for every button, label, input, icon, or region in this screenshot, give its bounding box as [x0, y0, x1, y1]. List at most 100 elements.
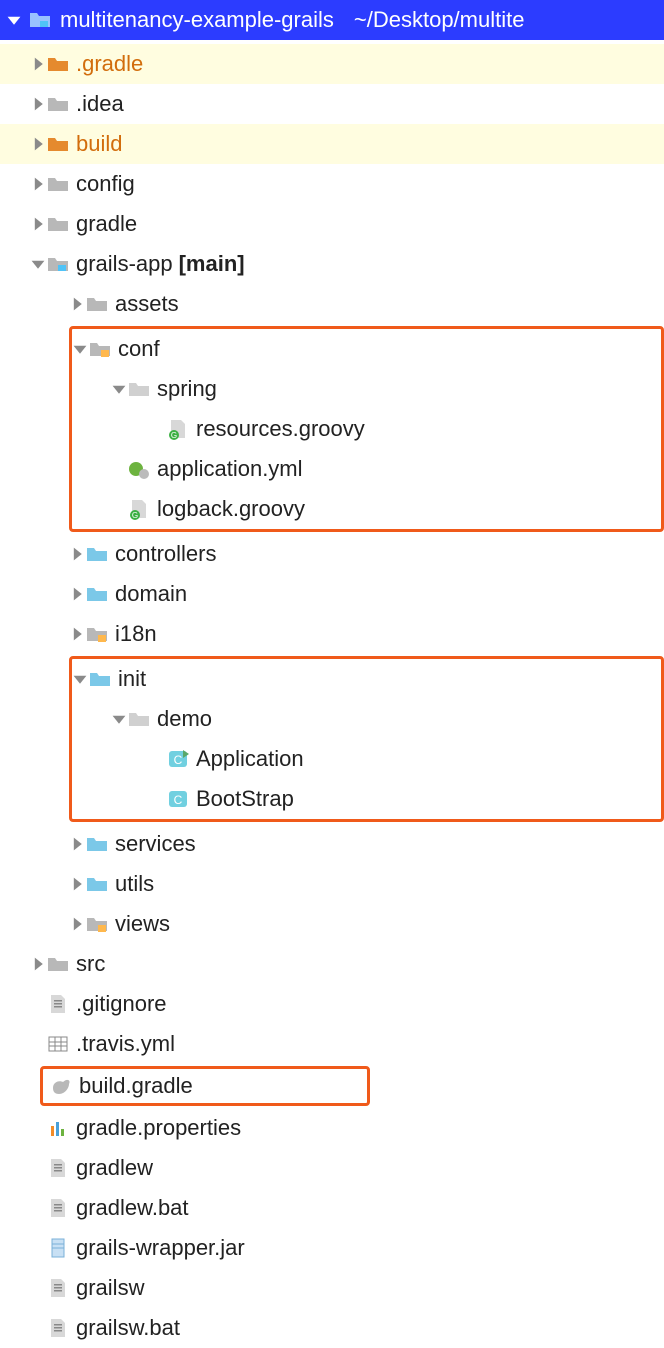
source-folder-icon: [85, 542, 109, 566]
tree-item-gradle[interactable]: gradle: [0, 204, 664, 244]
expand-arrow-icon[interactable]: [6, 12, 22, 28]
folder-icon: [46, 52, 70, 76]
tree-label: gradle: [76, 211, 137, 237]
tree-item-config[interactable]: config: [0, 164, 664, 204]
folder-icon: [46, 952, 70, 976]
tree-item-init[interactable]: init: [72, 659, 661, 699]
tree-label: controllers: [115, 541, 216, 567]
tree-item-conf[interactable]: conf: [72, 329, 661, 369]
chevron-down-icon[interactable]: [111, 381, 127, 397]
source-folder-icon: [85, 582, 109, 606]
chevron-right-icon[interactable]: [69, 546, 85, 562]
folder-icon: [46, 212, 70, 236]
tree-item-application-yml[interactable]: application.yml: [72, 449, 661, 489]
svg-text:C: C: [174, 793, 183, 807]
class-run-icon: C: [166, 747, 190, 771]
tree-item-spring[interactable]: spring: [72, 369, 661, 409]
project-name: multitenancy-example-grails: [60, 7, 334, 33]
source-folder-icon: [88, 667, 112, 691]
tree-item-travis-yml[interactable]: .travis.yml: [0, 1024, 664, 1064]
module-folder-icon: [28, 8, 52, 32]
tree-label: .gradle: [76, 51, 143, 77]
tree-item-gradle-properties[interactable]: gradle.properties: [0, 1108, 664, 1148]
module-folder-icon: [46, 252, 70, 276]
tree-item-utils[interactable]: utils: [0, 864, 664, 904]
tree-item-grails-app[interactable]: grails-app [main]: [0, 244, 664, 284]
tree-item-gradlew-bat[interactable]: gradlew.bat: [0, 1188, 664, 1228]
tree-item-grailsw-bat[interactable]: grailsw.bat: [0, 1308, 664, 1348]
tree-item-assets[interactable]: assets: [0, 284, 664, 324]
tree-label: src: [76, 951, 105, 977]
tree-item-i18n[interactable]: i18n: [0, 614, 664, 654]
tree-item-views[interactable]: views: [0, 904, 664, 944]
tree-label: i18n: [115, 621, 157, 647]
tree-label: views: [115, 911, 170, 937]
chevron-right-icon[interactable]: [30, 176, 46, 192]
tree-item-src[interactable]: src: [0, 944, 664, 984]
tree-label: .gitignore: [76, 991, 167, 1017]
tree-item-demo[interactable]: demo: [72, 699, 661, 739]
svg-text:G: G: [171, 431, 177, 440]
chevron-right-icon[interactable]: [30, 956, 46, 972]
chevron-right-icon[interactable]: [69, 296, 85, 312]
jar-file-icon: [46, 1236, 70, 1260]
chevron-right-icon[interactable]: [30, 216, 46, 232]
tree-label: config: [76, 171, 135, 197]
chevron-right-icon[interactable]: [30, 136, 46, 152]
tree-label: logback.groovy: [157, 496, 305, 522]
tree-label: gradlew.bat: [76, 1195, 189, 1221]
tree-item-application-class[interactable]: C Application: [72, 739, 661, 779]
tree-item-logback-groovy[interactable]: G logback.groovy: [72, 489, 661, 529]
groovy-file-icon: G: [127, 497, 151, 521]
chevron-down-icon[interactable]: [30, 256, 46, 272]
tree-label: BootStrap: [196, 786, 294, 812]
tree-item-gradle-hidden[interactable]: .gradle: [0, 44, 664, 84]
tree-item-build-gradle[interactable]: build.gradle: [43, 1069, 367, 1103]
tree-item-domain[interactable]: domain: [0, 574, 664, 614]
tree-label: build.gradle: [79, 1073, 193, 1099]
package-folder-icon: [127, 707, 151, 731]
folder-icon: [46, 92, 70, 116]
tree-label: gradle.properties: [76, 1115, 241, 1141]
tree-label: resources.groovy: [196, 416, 365, 442]
tree-item-gitignore[interactable]: .gitignore: [0, 984, 664, 1024]
chevron-right-icon[interactable]: [69, 586, 85, 602]
chevron-down-icon[interactable]: [111, 711, 127, 727]
tree-label: demo: [157, 706, 212, 732]
project-header[interactable]: multitenancy-example-grails ~/Desktop/mu…: [0, 0, 664, 40]
tree-item-controllers[interactable]: controllers: [0, 534, 664, 574]
tree-item-idea[interactable]: .idea: [0, 84, 664, 124]
text-file-icon: [46, 992, 70, 1016]
tree-label: assets: [115, 291, 179, 317]
folder-icon: [85, 292, 109, 316]
tree-item-bootstrap-class[interactable]: C BootStrap: [72, 779, 661, 819]
tree-item-resources-groovy[interactable]: G resources.groovy: [72, 409, 661, 449]
highlight-box-init: init demo C Application C BootStrap: [69, 656, 664, 822]
table-file-icon: [46, 1032, 70, 1056]
svg-text:C: C: [174, 753, 183, 767]
module-suffix: [main]: [179, 251, 245, 277]
resource-folder-icon: [85, 912, 109, 936]
text-file-icon: [46, 1276, 70, 1300]
chevron-down-icon[interactable]: [72, 341, 88, 357]
tree-label: grails-app: [76, 251, 173, 277]
gradle-file-icon: [49, 1074, 73, 1098]
chevron-down-icon[interactable]: [72, 671, 88, 687]
groovy-file-icon: G: [166, 417, 190, 441]
chevron-right-icon[interactable]: [69, 836, 85, 852]
chevron-right-icon[interactable]: [30, 56, 46, 72]
tree-label: grailsw: [76, 1275, 144, 1301]
chevron-right-icon[interactable]: [30, 96, 46, 112]
tree-label: init: [118, 666, 146, 692]
chevron-right-icon[interactable]: [69, 916, 85, 932]
tree-item-grails-wrapper-jar[interactable]: grails-wrapper.jar: [0, 1228, 664, 1268]
resource-folder-icon: [85, 622, 109, 646]
chevron-right-icon[interactable]: [69, 626, 85, 642]
tree-item-grailsw[interactable]: grailsw: [0, 1268, 664, 1308]
source-folder-icon: [85, 832, 109, 856]
chevron-right-icon[interactable]: [69, 876, 85, 892]
resource-folder-icon: [88, 337, 112, 361]
tree-item-build[interactable]: build: [0, 124, 664, 164]
tree-item-services[interactable]: services: [0, 824, 664, 864]
tree-item-gradlew[interactable]: gradlew: [0, 1148, 664, 1188]
